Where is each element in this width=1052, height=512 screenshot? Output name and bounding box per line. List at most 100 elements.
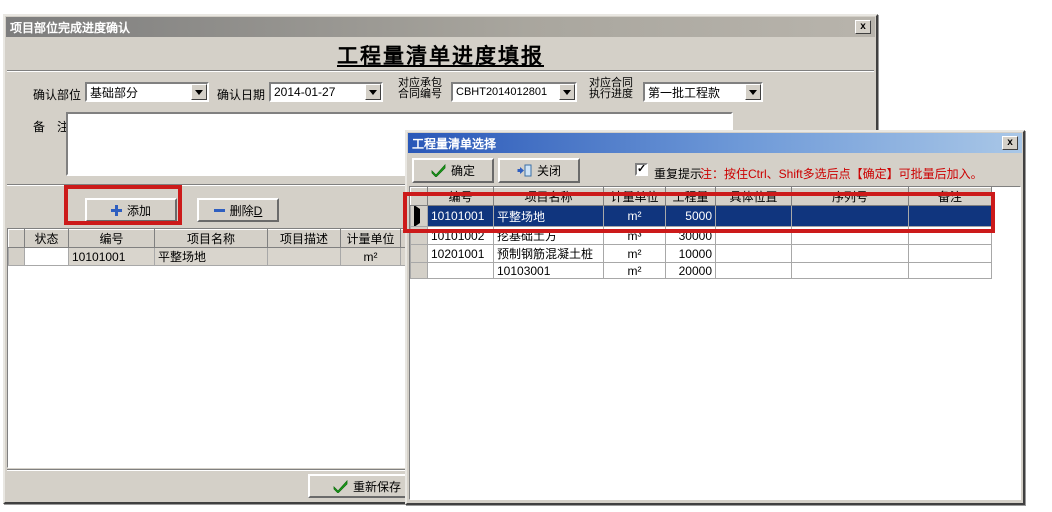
col-code[interactable]: 编号 [69,230,155,248]
chevron-down-icon[interactable] [559,84,575,100]
progress-items-table: 状态 编号 项目名称 项目描述 计量单位 工程量 10101001 平整场地 m… [8,229,463,266]
row-indicator [411,245,428,263]
quantity-table: 编号 项目名称 计量单位 工程量 具体位置 序列号 备注 10101001 平整… [410,187,992,279]
cell-location[interactable] [716,206,792,227]
col-name[interactable]: 项目名称 [155,230,268,248]
table-row[interactable]: 10101002 挖基础土方 m³ 30000 [411,227,992,245]
col-qty[interactable]: 工程量 [666,188,716,206]
contract-progress-value: 第一批工程款 [645,84,745,101]
cell-remark[interactable] [909,227,992,245]
cell-name[interactable]: 预制钢筋混凝土桩 [494,245,604,263]
col-status[interactable]: 状态 [25,230,69,248]
contract-no-label: 对应承包合同编号 [398,78,442,100]
cell-qty[interactable]: 30000 [666,227,716,245]
delete-button[interactable]: 删除D [197,198,279,222]
chevron-down-icon[interactable] [365,84,381,100]
exit-door-icon [517,164,532,177]
contract-progress-label: 对应合同执行进度 [589,78,633,100]
col-remark[interactable]: 备注 [909,188,992,206]
cell-code[interactable]: 10101002 [428,227,494,245]
close-icon[interactable]: x [855,20,871,34]
dialog-title: 工程量清单选择 [412,135,496,152]
ok-button[interactable]: 确定 [412,158,494,183]
cell-code[interactable]: 10101001 [428,206,494,227]
cell-unit[interactable]: m² [604,206,666,227]
titlebar-quantity-select[interactable]: 工程量清单选择 x [408,133,1022,153]
confirm-part-select[interactable]: 基础部分 [85,82,209,102]
cell-name[interactable]: 10103001 [494,263,604,279]
divider [7,70,874,72]
cell-qty[interactable]: 10000 [666,245,716,263]
cell-qty[interactable]: 5000 [666,206,716,227]
col-desc[interactable]: 项目描述 [268,230,341,248]
dialog-title: 项目部位完成进度确认 [10,19,130,36]
col-name[interactable]: 项目名称 [494,188,604,206]
cell-remark[interactable] [909,206,992,227]
confirm-date-select[interactable]: 2014-01-27 [269,82,383,102]
cell-name[interactable]: 平整场地 [155,248,268,266]
cell-code[interactable] [428,263,494,279]
cell-qty[interactable]: 20000 [666,263,716,279]
confirm-part-label: 确认部位 [33,86,81,103]
col-unit[interactable]: 计量单位 [341,230,401,248]
quantity-list: 编号 项目名称 计量单位 工程量 具体位置 序列号 备注 10101001 平整… [409,186,1021,500]
remark-label: 备 注 [33,118,69,135]
repeat-prompt-checkbox[interactable]: ✓ [635,163,648,176]
cell-unit[interactable]: m² [604,263,666,279]
col-location[interactable]: 具体位置 [716,188,792,206]
checkmark-icon: ✓ [637,163,646,175]
cell-desc[interactable] [268,248,341,266]
check-icon [333,480,348,493]
row-indicator-header [9,230,25,248]
cell-remark[interactable] [909,263,992,279]
table-row[interactable]: 10103001 m² 20000 [411,263,992,279]
cell-name[interactable]: 挖基础土方 [494,227,604,245]
cell-serial[interactable] [792,245,909,263]
col-code[interactable]: 编号 [428,188,494,206]
cell-location[interactable] [716,227,792,245]
cell-name[interactable]: 平整场地 [494,206,604,227]
chevron-down-icon[interactable] [745,84,761,100]
check-icon [431,164,446,177]
cell-serial[interactable] [792,227,909,245]
col-unit[interactable]: 计量单位 [604,188,666,206]
dialog-quantity-select: 工程量清单选择 x 确定 关闭 ✓ 重复提示 注：按住Ctrl、Shift多选后… [405,130,1025,505]
col-serial[interactable]: 序列号 [792,188,909,206]
contract-no-value: CBHT2014012801 [453,86,559,98]
delete-button-label: 删除D [230,202,263,219]
minus-icon [214,209,225,212]
contract-progress-select[interactable]: 第一批工程款 [643,82,763,102]
current-row-arrow-icon [414,206,420,227]
cell-unit[interactable]: m² [341,248,401,266]
confirm-date-label: 确认日期 [217,86,265,103]
contract-no-select[interactable]: CBHT2014012801 [451,82,577,102]
table-row[interactable]: 10101001 平整场地 m² 5000 [9,248,463,266]
table-row-selected[interactable]: 10101001 平整场地 m² 5000 [411,206,992,227]
titlebar-progress-confirm[interactable]: 项目部位完成进度确认 x [6,17,875,37]
plus-icon [111,205,122,216]
row-indicator [411,227,428,245]
row-indicator [9,248,25,266]
cell-code[interactable]: 10101001 [69,248,155,266]
cell-location[interactable] [716,245,792,263]
add-button[interactable]: 添加 [85,198,177,222]
page-title: 工程量清单进度填报 [5,40,876,70]
ok-button-label: 确定 [451,162,475,179]
chevron-down-icon[interactable] [191,84,207,100]
close-button[interactable]: 关闭 [498,158,580,183]
close-icon[interactable]: x [1002,136,1018,150]
resave-button-label: 重新保存 [353,478,401,495]
cell-serial[interactable] [792,263,909,279]
table-header-row: 状态 编号 项目名称 项目描述 计量单位 工程量 [9,230,463,248]
cell-location[interactable] [716,263,792,279]
cell-remark[interactable] [909,245,992,263]
cell-serial[interactable] [792,206,909,227]
cell-unit[interactable]: m² [604,245,666,263]
row-indicator-header [411,188,428,206]
cell-unit[interactable]: m³ [604,227,666,245]
confirm-part-value: 基础部分 [87,84,191,101]
table-row[interactable]: 10201001 预制钢筋混凝土桩 m² 10000 [411,245,992,263]
cell-code[interactable]: 10201001 [428,245,494,263]
cell-status[interactable] [25,248,69,266]
row-indicator [411,206,428,227]
